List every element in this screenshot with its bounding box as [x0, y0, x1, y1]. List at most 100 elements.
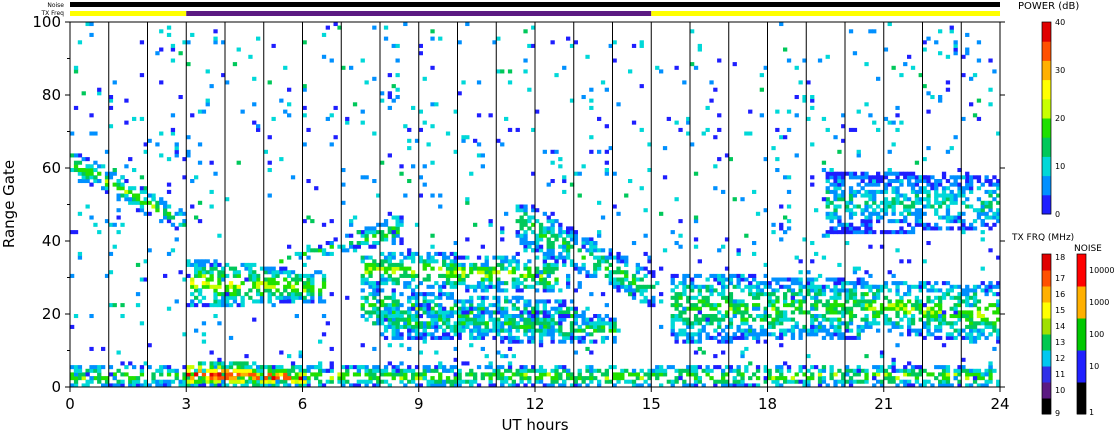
echo-cell — [566, 244, 571, 249]
echo-cell — [922, 222, 927, 227]
echo-cell — [616, 251, 621, 256]
echo-cell — [93, 131, 98, 136]
echo-cell — [329, 142, 334, 147]
echo-cell — [550, 284, 555, 289]
echo-cell — [132, 379, 137, 384]
echo-cell — [310, 273, 315, 278]
echo-cell — [922, 179, 927, 184]
echo-cell — [372, 226, 377, 231]
echo-cell — [120, 361, 125, 366]
echo-cell — [941, 292, 947, 297]
echo-cell — [488, 281, 493, 286]
echo-cell — [895, 175, 900, 180]
echo-cell — [209, 303, 214, 308]
echo-cell — [732, 332, 737, 337]
echo-cell — [903, 208, 908, 213]
echo-cell — [566, 310, 571, 315]
echo-cell — [829, 277, 834, 282]
echo-cell — [523, 324, 528, 329]
echo-cell — [845, 292, 850, 297]
echo-cell — [817, 376, 823, 381]
echo-cell — [961, 211, 966, 216]
echo-cell — [302, 40, 307, 45]
echo-cell — [306, 248, 311, 253]
echo-cell — [469, 266, 474, 271]
echo-cell — [903, 372, 908, 377]
echo-cell — [507, 262, 513, 267]
echo-cell — [387, 310, 392, 315]
echo-cell — [201, 270, 207, 275]
echo-cell — [166, 32, 172, 37]
echo-cell — [403, 270, 408, 275]
echo-cell — [476, 281, 482, 286]
echo-cell — [581, 164, 586, 169]
echo-cell — [399, 335, 404, 340]
echo-cell — [159, 372, 164, 377]
echo-cell — [697, 299, 702, 304]
echo-cell — [825, 233, 830, 238]
echo-cell — [302, 295, 307, 300]
echo-cell — [790, 335, 796, 340]
echo-cell — [992, 197, 997, 202]
echo-cell — [965, 186, 970, 191]
echo-cell — [77, 365, 83, 370]
echo-cell — [976, 197, 982, 202]
echo-cell — [306, 127, 311, 132]
echo-cell — [903, 193, 908, 198]
echo-cell — [759, 292, 765, 297]
echo-cell — [422, 376, 427, 381]
echo-cell — [748, 288, 753, 293]
echo-cell — [740, 310, 745, 315]
echo-cell — [422, 164, 427, 169]
echo-cell — [829, 310, 834, 315]
echo-cell — [856, 153, 861, 158]
echo-cell — [965, 368, 970, 373]
echo-cell — [969, 186, 974, 191]
echo-cell — [89, 182, 94, 187]
echo-cell — [872, 321, 877, 326]
echo-cell — [418, 332, 423, 337]
echo-cell — [589, 317, 594, 322]
echo-cell — [504, 376, 509, 381]
echo-cell — [205, 376, 210, 381]
echo-cell — [705, 368, 710, 373]
echo-cell — [197, 368, 203, 373]
txfreq-colorbar-swatch — [1042, 254, 1051, 271]
echo-cell — [170, 131, 176, 136]
echo-cell — [380, 332, 385, 337]
echo-cell — [267, 277, 272, 282]
txfreq-colorbar-swatch — [1042, 350, 1051, 367]
echo-cell — [639, 40, 644, 45]
echo-cell — [837, 230, 842, 235]
echo-cell — [593, 241, 598, 246]
echo-cell — [926, 175, 931, 180]
echo-cell — [934, 40, 939, 45]
echo-cell — [283, 299, 288, 304]
echo-cell — [438, 376, 443, 381]
echo-cell — [941, 379, 947, 384]
echo-cell — [736, 324, 741, 329]
echo-cell — [589, 339, 594, 344]
echo-cell — [922, 310, 927, 315]
echo-cell — [856, 379, 861, 384]
echo-cell — [484, 262, 489, 267]
echo-cell — [228, 372, 234, 377]
echo-cell — [883, 284, 889, 289]
echo-cell — [682, 328, 687, 333]
echo-cell — [542, 303, 547, 308]
echo-cell — [988, 87, 993, 92]
echo-cell — [934, 222, 939, 227]
echo-cell — [194, 215, 199, 220]
echo-cell — [380, 259, 385, 264]
echo-cell — [876, 127, 881, 132]
echo-cell — [252, 120, 257, 125]
echo-cell — [283, 376, 288, 381]
echo-cell — [721, 314, 726, 319]
echo-cell — [352, 365, 358, 370]
echo-cell — [538, 368, 544, 373]
echo-cell — [240, 295, 245, 300]
echo-cell — [507, 259, 513, 264]
echo-cell — [554, 277, 559, 282]
echo-cell — [914, 219, 920, 224]
echo-cell — [461, 379, 466, 384]
